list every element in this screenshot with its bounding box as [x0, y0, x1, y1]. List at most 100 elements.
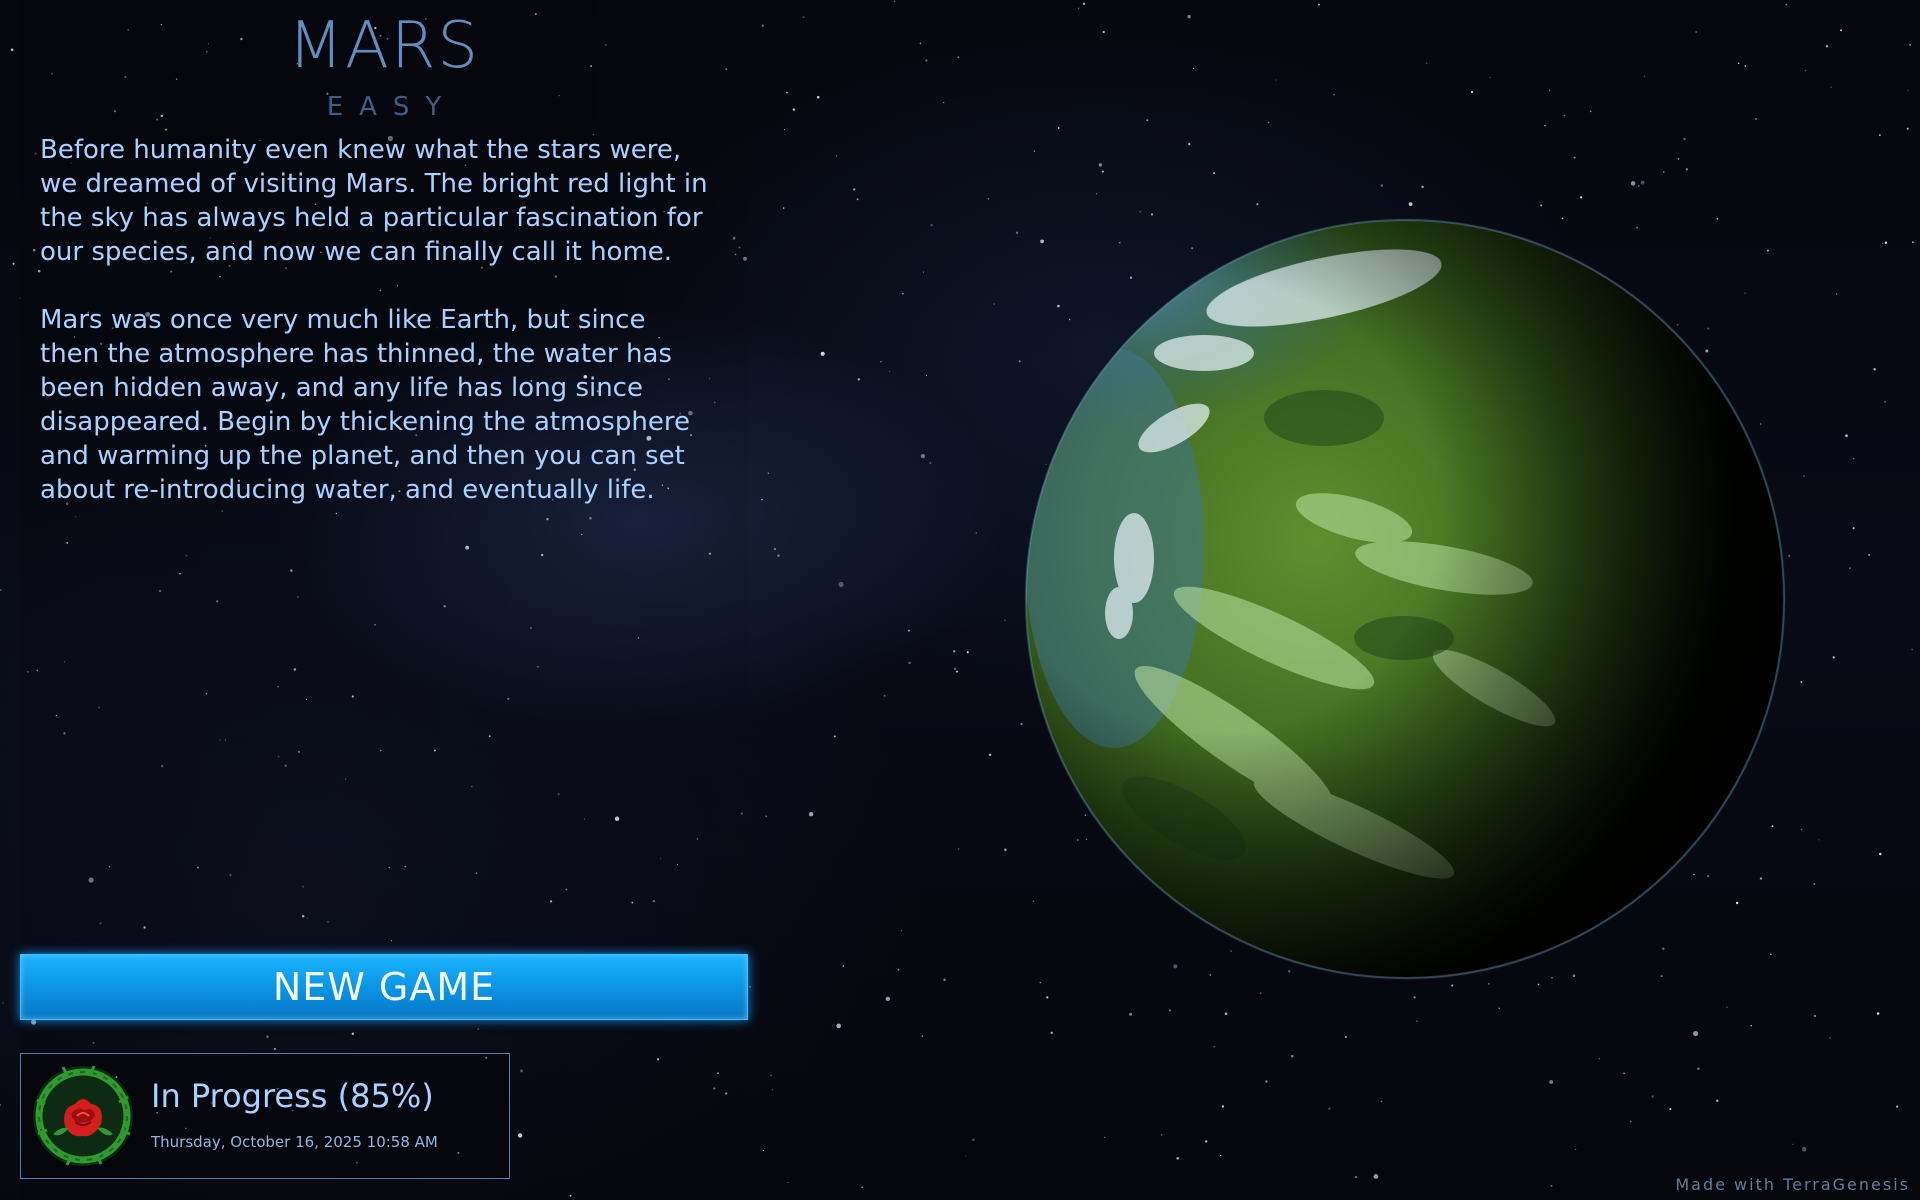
star: [1575, 1148, 1577, 1150]
star: [1818, 839, 1820, 841]
star: [1785, 3, 1788, 6]
star: [929, 462, 932, 464]
new-game-button[interactable]: NEW GAME: [20, 954, 748, 1020]
star: [1176, 1157, 1179, 1160]
star: [765, 815, 768, 818]
star: [1169, 1009, 1172, 1012]
star: [1801, 1146, 1807, 1152]
star: [1638, 185, 1640, 187]
star: [1256, 203, 1259, 206]
star: [1421, 185, 1424, 189]
star: [1813, 883, 1816, 885]
star: [784, 128, 786, 131]
star: [771, 1089, 774, 1091]
star: [920, 454, 925, 459]
star: [1193, 67, 1195, 69]
star: [1540, 204, 1543, 207]
star: [853, 188, 856, 191]
star: [1726, 1006, 1728, 1008]
star: [1413, 996, 1416, 999]
star: [1849, 567, 1851, 570]
star: [861, 1186, 863, 1189]
star: [1408, 202, 1413, 206]
planet-description: Before humanity even knew what the stars…: [40, 133, 712, 541]
star: [1813, 1014, 1817, 1018]
star: [1879, 852, 1882, 856]
star: [1744, 65, 1746, 67]
star: [1039, 981, 1041, 984]
star: [1004, 848, 1007, 852]
star: [1804, 70, 1806, 72]
star: [1677, 158, 1680, 160]
star: [1825, 45, 1829, 48]
star: [1333, 94, 1335, 96]
star: [1470, 90, 1474, 94]
star: [1911, 648, 1913, 651]
star: [1095, 193, 1098, 195]
star: [1623, 1072, 1625, 1075]
star: [1876, 1012, 1880, 1015]
star: [857, 378, 860, 381]
star: [987, 197, 990, 200]
star: [1129, 1012, 1133, 1016]
star: [787, 1181, 789, 1184]
star: [1895, 1105, 1899, 1108]
star: [1643, 75, 1646, 78]
star: [1882, 242, 1884, 245]
star: [1873, 368, 1876, 371]
star: [1800, 828, 1803, 831]
star: [761, 499, 763, 501]
star: [988, 753, 992, 757]
star: [1537, 983, 1540, 986]
star: [1909, 44, 1911, 46]
star: [1102, 30, 1105, 34]
star: [1840, 29, 1843, 32]
star: [1004, 619, 1006, 621]
rose-wreath-icon: [33, 1065, 133, 1166]
star: [816, 95, 820, 99]
star: [1102, 170, 1104, 173]
star: [925, 374, 928, 377]
star: [943, 978, 946, 982]
star: [761, 24, 765, 28]
star: [1373, 1174, 1379, 1179]
star: [888, 370, 890, 373]
planet-globe[interactable]: [1024, 218, 1786, 980]
star: [900, 930, 903, 932]
star: [1487, 982, 1490, 985]
star: [1697, 1067, 1700, 1070]
star: [1050, 1031, 1053, 1035]
star: [1884, 241, 1888, 244]
star: [777, 554, 780, 557]
save-status-text: In Progress (85%): [151, 1077, 434, 1115]
star: [808, 811, 814, 817]
star: [1693, 1031, 1699, 1037]
credit-text: Made with TerraGenesis: [1675, 1175, 1910, 1194]
star: [1878, 134, 1881, 137]
star: [1867, 553, 1871, 557]
star: [1260, 992, 1262, 994]
star: [1550, 1184, 1553, 1187]
star: [1829, 1037, 1831, 1039]
star: [1589, 110, 1592, 113]
star: [1544, 124, 1546, 127]
star: [802, 16, 805, 18]
star: [1683, 137, 1686, 141]
star: [12, 262, 15, 265]
description-paragraph: Mars was once very much like Earth, but …: [40, 305, 690, 505]
star: [1845, 434, 1848, 437]
star: [836, 155, 838, 157]
star: [1205, 1140, 1208, 1143]
star: [1139, 210, 1142, 213]
star: [1057, 127, 1060, 129]
star: [1451, 984, 1454, 987]
star: [1651, 1095, 1654, 1098]
saved-game-card[interactable]: In Progress (85%) Thursday, October 16, …: [20, 1053, 510, 1179]
star: [1220, 1154, 1222, 1157]
star: [1884, 401, 1886, 403]
star: [1104, 1136, 1106, 1138]
star: [1598, 1058, 1601, 1060]
planet-title: MARS: [287, 9, 481, 83]
star: [1907, 89, 1909, 92]
star: [767, 472, 769, 474]
